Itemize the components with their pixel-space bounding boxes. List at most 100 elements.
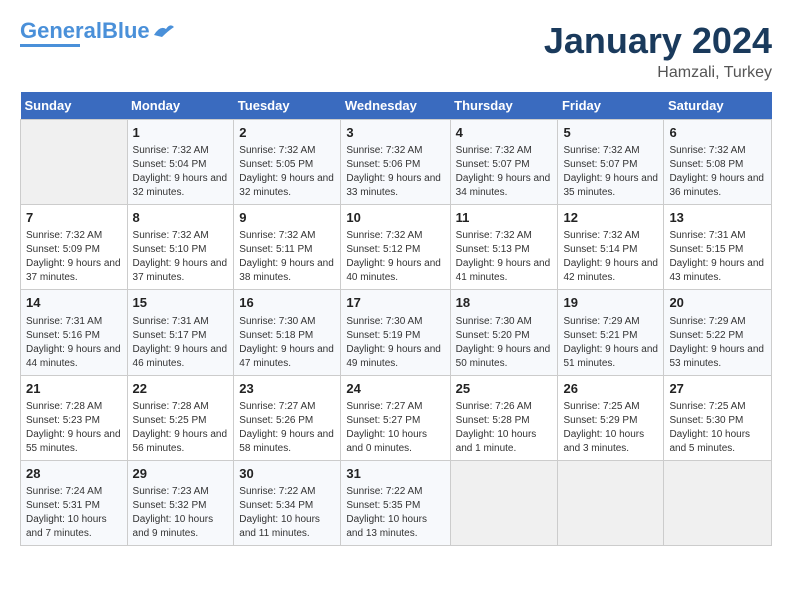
day-number: 11 bbox=[456, 209, 553, 227]
day-info: Sunrise: 7:32 AMSunset: 5:06 PMDaylight:… bbox=[346, 144, 444, 200]
day-info: Sunrise: 7:29 AMSunset: 5:21 PMDaylight:… bbox=[563, 315, 658, 371]
calendar-cell bbox=[450, 460, 558, 545]
day-info: Sunrise: 7:29 AMSunset: 5:22 PMDaylight:… bbox=[669, 315, 766, 371]
day-info: Sunrise: 7:30 AMSunset: 5:18 PMDaylight:… bbox=[239, 315, 335, 371]
day-info: Sunrise: 7:32 AMSunset: 5:10 PMDaylight:… bbox=[133, 229, 229, 285]
day-number: 16 bbox=[239, 294, 335, 312]
day-info: Sunrise: 7:28 AMSunset: 5:25 PMDaylight:… bbox=[133, 400, 229, 456]
day-info: Sunrise: 7:32 AMSunset: 5:09 PMDaylight:… bbox=[26, 229, 122, 285]
day-info: Sunrise: 7:30 AMSunset: 5:20 PMDaylight:… bbox=[456, 315, 553, 371]
weekday-header: Tuesday bbox=[234, 92, 341, 120]
day-number: 30 bbox=[239, 465, 335, 483]
day-info: Sunrise: 7:23 AMSunset: 5:32 PMDaylight:… bbox=[133, 485, 229, 541]
calendar-cell: 19 Sunrise: 7:29 AMSunset: 5:21 PMDayligh… bbox=[558, 290, 664, 375]
calendar-week-row: 28 Sunrise: 7:24 AMSunset: 5:31 PMDayligh… bbox=[21, 460, 772, 545]
calendar-week-row: 21 Sunrise: 7:28 AMSunset: 5:23 PMDayligh… bbox=[21, 375, 772, 460]
day-number: 5 bbox=[563, 124, 658, 142]
calendar-cell: 1Sunrise: 7:32 AMSunset: 5:04 PMDaylight… bbox=[127, 120, 234, 205]
day-number: 3 bbox=[346, 124, 444, 142]
logo: GeneralBlue bbox=[20, 20, 174, 47]
calendar-cell: 10Sunrise: 7:32 AMSunset: 5:12 PMDayligh… bbox=[341, 205, 450, 290]
day-info: Sunrise: 7:31 AMSunset: 5:16 PMDaylight:… bbox=[26, 315, 122, 371]
calendar-cell: 3 Sunrise: 7:32 AMSunset: 5:06 PMDaylight… bbox=[341, 120, 450, 205]
day-number: 28 bbox=[26, 465, 122, 483]
day-info: Sunrise: 7:28 AMSunset: 5:23 PMDaylight:… bbox=[26, 400, 122, 456]
logo-underline bbox=[20, 44, 80, 47]
day-number: 24 bbox=[346, 380, 444, 398]
day-info: Sunrise: 7:32 AMSunset: 5:14 PMDaylight:… bbox=[563, 229, 658, 285]
calendar-week-row: 14 Sunrise: 7:31 AMSunset: 5:16 PMDayligh… bbox=[21, 290, 772, 375]
day-number: 15 bbox=[133, 294, 229, 312]
weekday-header: Friday bbox=[558, 92, 664, 120]
day-number: 4 bbox=[456, 124, 553, 142]
calendar-body: 1Sunrise: 7:32 AMSunset: 5:04 PMDaylight… bbox=[21, 120, 772, 546]
day-info: Sunrise: 7:32 AMSunset: 5:07 PMDaylight:… bbox=[563, 144, 658, 200]
day-number: 23 bbox=[239, 380, 335, 398]
calendar-cell: 23 Sunrise: 7:27 AMSunset: 5:26 PMDayligh… bbox=[234, 375, 341, 460]
day-info: Sunrise: 7:32 AMSunset: 5:08 PMDaylight:… bbox=[669, 144, 766, 200]
day-info: Sunrise: 7:30 AMSunset: 5:19 PMDaylight:… bbox=[346, 315, 444, 371]
day-number: 20 bbox=[669, 294, 766, 312]
day-info: Sunrise: 7:22 AMSunset: 5:34 PMDaylight:… bbox=[239, 485, 335, 541]
day-info: Sunrise: 7:31 AMSunset: 5:17 PMDaylight:… bbox=[133, 315, 229, 371]
calendar-cell: 31Sunrise: 7:22 AMSunset: 5:35 PMDayligh… bbox=[341, 460, 450, 545]
calendar-cell: 20 Sunrise: 7:29 AMSunset: 5:22 PMDayligh… bbox=[664, 290, 772, 375]
calendar-cell: 22 Sunrise: 7:28 AMSunset: 5:25 PMDayligh… bbox=[127, 375, 234, 460]
day-number: 22 bbox=[133, 380, 229, 398]
day-number: 17 bbox=[346, 294, 444, 312]
calendar-cell: 5 Sunrise: 7:32 AMSunset: 5:07 PMDaylight… bbox=[558, 120, 664, 205]
day-number: 13 bbox=[669, 209, 766, 227]
day-info: Sunrise: 7:22 AMSunset: 5:35 PMDaylight:… bbox=[346, 485, 444, 541]
calendar-cell: 6Sunrise: 7:32 AMSunset: 5:08 PMDaylight… bbox=[664, 120, 772, 205]
day-number: 7 bbox=[26, 209, 122, 227]
day-number: 19 bbox=[563, 294, 658, 312]
calendar-week-row: 1Sunrise: 7:32 AMSunset: 5:04 PMDaylight… bbox=[21, 120, 772, 205]
calendar-cell bbox=[558, 460, 664, 545]
day-info: Sunrise: 7:31 AMSunset: 5:15 PMDaylight:… bbox=[669, 229, 766, 285]
day-number: 2 bbox=[239, 124, 335, 142]
day-number: 27 bbox=[669, 380, 766, 398]
day-number: 1 bbox=[133, 124, 229, 142]
calendar-cell: 18 Sunrise: 7:30 AMSunset: 5:20 PMDayligh… bbox=[450, 290, 558, 375]
day-number: 21 bbox=[26, 380, 122, 398]
calendar-cell: 28 Sunrise: 7:24 AMSunset: 5:31 PMDayligh… bbox=[21, 460, 128, 545]
page-header: GeneralBlue January 2024 Hamzali, Turkey bbox=[20, 20, 772, 82]
calendar-cell: 25Sunrise: 7:26 AMSunset: 5:28 PMDayligh… bbox=[450, 375, 558, 460]
day-info: Sunrise: 7:27 AMSunset: 5:26 PMDaylight:… bbox=[239, 400, 335, 456]
day-number: 14 bbox=[26, 294, 122, 312]
calendar-table: SundayMondayTuesdayWednesdayThursdayFrid… bbox=[20, 92, 772, 546]
calendar-cell: 9Sunrise: 7:32 AMSunset: 5:11 PMDaylight… bbox=[234, 205, 341, 290]
weekday-header: Monday bbox=[127, 92, 234, 120]
day-info: Sunrise: 7:24 AMSunset: 5:31 PMDaylight:… bbox=[26, 485, 122, 541]
month-title: January 2024 bbox=[544, 20, 772, 62]
weekday-header: Saturday bbox=[664, 92, 772, 120]
day-info: Sunrise: 7:32 AMSunset: 5:11 PMDaylight:… bbox=[239, 229, 335, 285]
calendar-cell: 4Sunrise: 7:32 AMSunset: 5:07 PMDaylight… bbox=[450, 120, 558, 205]
calendar-cell bbox=[21, 120, 128, 205]
calendar-cell: 17 Sunrise: 7:30 AMSunset: 5:19 PMDayligh… bbox=[341, 290, 450, 375]
day-number: 18 bbox=[456, 294, 553, 312]
day-number: 8 bbox=[133, 209, 229, 227]
day-number: 25 bbox=[456, 380, 553, 398]
calendar-cell: 24 Sunrise: 7:27 AMSunset: 5:27 PMDayligh… bbox=[341, 375, 450, 460]
calendar-week-row: 7 Sunrise: 7:32 AMSunset: 5:09 PMDaylight… bbox=[21, 205, 772, 290]
calendar-cell: 30 Sunrise: 7:22 AMSunset: 5:34 PMDayligh… bbox=[234, 460, 341, 545]
weekday-header: Sunday bbox=[21, 92, 128, 120]
calendar-header-row: SundayMondayTuesdayWednesdayThursdayFrid… bbox=[21, 92, 772, 120]
calendar-cell: 29 Sunrise: 7:23 AMSunset: 5:32 PMDayligh… bbox=[127, 460, 234, 545]
day-info: Sunrise: 7:25 AMSunset: 5:29 PMDaylight:… bbox=[563, 400, 658, 456]
day-info: Sunrise: 7:32 AMSunset: 5:13 PMDaylight:… bbox=[456, 229, 553, 285]
weekday-header: Wednesday bbox=[341, 92, 450, 120]
calendar-cell: 14 Sunrise: 7:31 AMSunset: 5:16 PMDayligh… bbox=[21, 290, 128, 375]
calendar-cell: 11 Sunrise: 7:32 AMSunset: 5:13 PMDayligh… bbox=[450, 205, 558, 290]
day-number: 26 bbox=[563, 380, 658, 398]
day-number: 29 bbox=[133, 465, 229, 483]
calendar-cell: 27Sunrise: 7:25 AMSunset: 5:30 PMDayligh… bbox=[664, 375, 772, 460]
day-info: Sunrise: 7:27 AMSunset: 5:27 PMDaylight:… bbox=[346, 400, 444, 456]
calendar-cell: 12 Sunrise: 7:32 AMSunset: 5:14 PMDayligh… bbox=[558, 205, 664, 290]
calendar-cell: 7 Sunrise: 7:32 AMSunset: 5:09 PMDaylight… bbox=[21, 205, 128, 290]
day-number: 12 bbox=[563, 209, 658, 227]
calendar-cell: 2Sunrise: 7:32 AMSunset: 5:05 PMDaylight… bbox=[234, 120, 341, 205]
day-info: Sunrise: 7:32 AMSunset: 5:12 PMDaylight:… bbox=[346, 229, 444, 285]
title-block: January 2024 Hamzali, Turkey bbox=[544, 20, 772, 82]
